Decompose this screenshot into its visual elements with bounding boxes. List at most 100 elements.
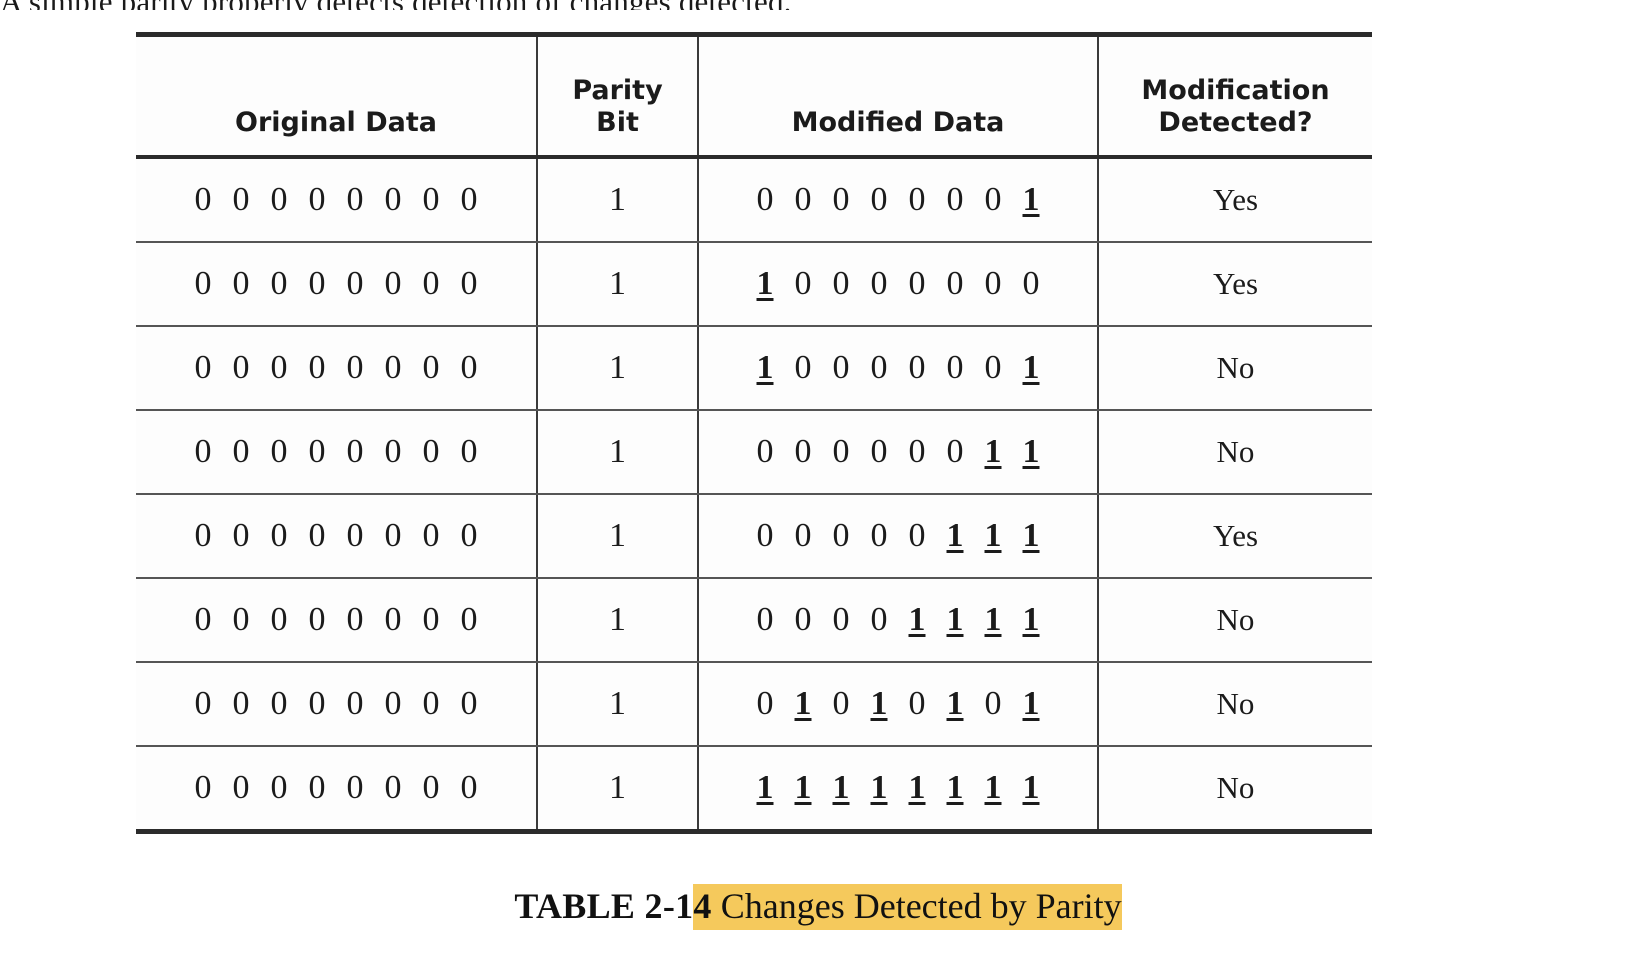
bit-flipped: 1	[756, 265, 774, 302]
bit: 0	[460, 601, 478, 638]
bit: 0	[232, 181, 250, 218]
bit: 0	[346, 517, 364, 554]
clipped-body-text: A simple parity properly detects detecti…	[0, 0, 1636, 10]
bit: 0	[384, 265, 402, 302]
bit: 0	[346, 769, 364, 806]
cell-modification-detected: Yes	[1097, 157, 1372, 243]
bit: 0	[756, 433, 774, 470]
bit: 0	[270, 181, 288, 218]
bit: 0	[984, 685, 1002, 722]
bit-flipped: 1	[1022, 433, 1040, 470]
bit: 0	[460, 769, 478, 806]
bit: 0	[422, 349, 440, 386]
bit: 0	[422, 685, 440, 722]
bit: 0	[232, 769, 250, 806]
table-caption: TABLE 2-14 Changes Detected by Parity	[0, 884, 1636, 930]
bit: 0	[270, 433, 288, 470]
cell-parity-bit: 1	[536, 578, 698, 663]
cell-modification-detected: No	[1097, 326, 1372, 411]
bit: 0	[870, 517, 888, 554]
original-bit-string: 00000000	[184, 265, 488, 303]
bit: 0	[232, 349, 250, 386]
cell-modification-detected: No	[1097, 578, 1372, 663]
bit: 0	[832, 685, 850, 722]
column-header-modified-data: Modified Data	[697, 34, 1098, 159]
detected-value: No	[1216, 685, 1255, 721]
bit: 0	[270, 685, 288, 722]
bit: 0	[870, 181, 888, 218]
cell-parity-bit: 1	[536, 662, 698, 747]
bit: 0	[308, 517, 326, 554]
original-bit-string: 00000000	[184, 181, 488, 219]
bit-flipped: 1	[756, 349, 774, 386]
bit: 0	[422, 433, 440, 470]
cell-original-data: 00000000	[136, 410, 537, 495]
detected-value: No	[1216, 433, 1255, 469]
bit: 0	[232, 685, 250, 722]
bit: 0	[832, 517, 850, 554]
bit-flipped: 1	[832, 769, 850, 806]
modified-bit-string: 01010101	[746, 685, 1050, 723]
bit: 0	[984, 265, 1002, 302]
bit: 0	[460, 349, 478, 386]
bit: 0	[908, 685, 926, 722]
original-bit-string: 00000000	[184, 769, 488, 807]
bit: 0	[194, 601, 212, 638]
caption-label: TABLE 2-1	[514, 886, 694, 926]
bit: 0	[946, 265, 964, 302]
cell-modified-data: 11111111	[697, 746, 1098, 832]
bit: 0	[194, 433, 212, 470]
bit-flipped: 1	[946, 601, 964, 638]
bit: 0	[384, 181, 402, 218]
caption-label-highlighted-digit: 4	[693, 886, 712, 926]
table-row: 0 0 0 0 0 0 0 0 1 1 0 0 0 0 0 0 1 No	[136, 326, 1372, 411]
parity-bit-value: 1	[609, 181, 626, 218]
cell-original-data: 00000000	[136, 326, 537, 411]
cell-original-data: 00000000	[136, 157, 537, 243]
table-row: 0 0 0 0 0 0 0 0 1 0 0 0 0 0 1 1 1 Yes	[136, 494, 1372, 579]
bit: 0	[308, 181, 326, 218]
parity-bit-value: 1	[609, 265, 626, 302]
bit: 0	[308, 433, 326, 470]
bit: 0	[946, 181, 964, 218]
bit: 0	[908, 265, 926, 302]
bit: 0	[756, 181, 774, 218]
detected-value: No	[1216, 601, 1255, 637]
bit: 0	[984, 349, 1002, 386]
cell-parity-bit: 1	[536, 746, 698, 832]
bit: 0	[832, 601, 850, 638]
cell-modified-data: 00000111	[697, 494, 1098, 579]
header-label-parity-line2: Bit	[596, 107, 639, 139]
bit: 0	[908, 433, 926, 470]
bit: 0	[832, 181, 850, 218]
bit: 0	[308, 349, 326, 386]
bit: 0	[270, 265, 288, 302]
bit: 0	[832, 433, 850, 470]
bit: 0	[984, 181, 1002, 218]
cell-modified-data: 00000001	[697, 157, 1098, 243]
bit: 0	[346, 433, 364, 470]
bit: 0	[308, 769, 326, 806]
bit: 0	[384, 349, 402, 386]
detected-value: No	[1216, 769, 1255, 805]
header-row: Original Data Parity Bit Modified Data M…	[136, 34, 1372, 159]
bit: 0	[870, 349, 888, 386]
column-header-original-data: Original Data	[136, 34, 537, 159]
bit: 0	[422, 265, 440, 302]
cell-original-data: 00000000	[136, 494, 537, 579]
bit-flipped: 1	[946, 685, 964, 722]
bit-flipped: 1	[870, 769, 888, 806]
bit: 0	[460, 181, 478, 218]
bit: 0	[384, 517, 402, 554]
parity-bit-value: 1	[609, 769, 626, 806]
bit: 0	[232, 265, 250, 302]
cell-parity-bit: 1	[536, 157, 698, 243]
header-label-detected-line2: Detected?	[1158, 107, 1313, 139]
cell-modified-data: 00001111	[697, 578, 1098, 663]
bit: 0	[232, 433, 250, 470]
bit: 0	[794, 349, 812, 386]
cell-modified-data: 10000000	[697, 242, 1098, 327]
cell-parity-bit: 1	[536, 242, 698, 327]
bit: 0	[346, 349, 364, 386]
cell-parity-bit: 1	[536, 410, 698, 495]
